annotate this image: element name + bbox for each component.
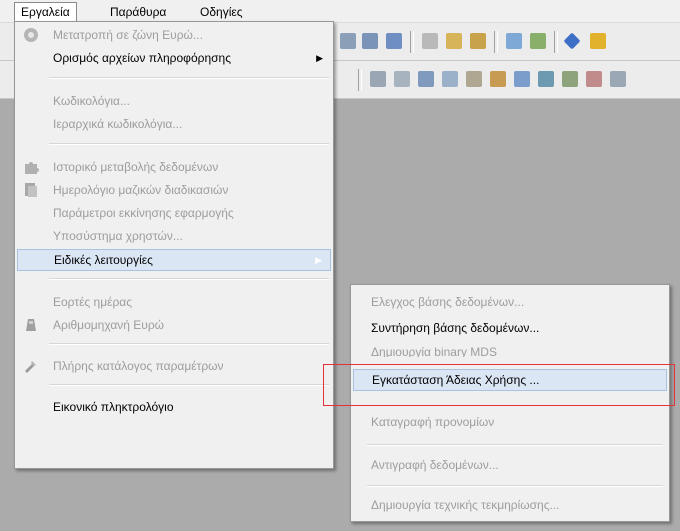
menu-item-batch-log[interactable]: Ημερολόγιο μαζικών διαδικασιών [17,179,331,201]
menu-item-hierarchical-code-lists[interactable]: Ιεραρχικά κωδικολόγια... [17,113,331,135]
toolbar-separator [554,31,558,53]
puzzle-icon [23,159,39,175]
menu-bar: Εργαλεία Παράθυρα Οδηγίες [0,0,680,23]
menu-separator [49,278,329,280]
calculator-icon [23,317,39,333]
tools-menu: Μετατροπή σε ζώνη Ευρώ... Ορισμός αρχείω… [14,21,334,469]
toolbar-separator [494,31,498,53]
document-icon [23,182,39,198]
toolbar-separator [410,31,414,53]
menu-separator [49,343,329,345]
menu-windows[interactable]: Παράθυρα [104,3,172,21]
menu-separator [367,485,663,487]
tools-icon[interactable] [466,71,482,87]
chart-icon[interactable] [530,33,546,49]
submenu-item-data-copy[interactable]: Αντιγραφή δεδομένων... [353,454,667,476]
submenu-arrow-icon: ▶ [315,255,322,265]
refresh-icon[interactable] [506,33,522,49]
submenu-item-db-check[interactable]: Ελεγχος βάσης δεδομένων... [353,291,667,313]
euro-coin-icon [23,27,39,43]
copy-icon[interactable] [446,33,462,49]
save-icon[interactable] [362,33,378,49]
menu-item-code-lists[interactable]: Κωδικολόγια... [17,90,331,112]
menu-item-data-change-history[interactable]: Ιστορικό μεταβολής δεδομένων [17,156,331,178]
menu-separator [49,77,329,79]
report-icon[interactable] [370,71,386,87]
menu-help[interactable]: Οδηγίες [194,3,249,21]
key-icon[interactable] [590,33,606,49]
menu-item-full-parameter-list[interactable]: Πλήρης κατάλογος παραμέτρων [17,355,331,377]
menu-item-euro-conversion[interactable]: Μετατροπή σε ζώνη Ευρώ... [17,24,331,46]
filter-icon[interactable] [418,71,434,87]
menu-item-special-functions[interactable]: Ειδικές λειτουργίες ▶ [17,249,331,271]
highlight-annotation-box [323,364,675,406]
layout-icon[interactable] [610,71,626,87]
pin-icon[interactable] [586,71,602,87]
floppy-icon[interactable] [386,33,402,49]
toolbar-grid-icon[interactable] [340,33,356,49]
wrench-icon[interactable] [490,71,506,87]
table-icon[interactable] [538,71,554,87]
edit-icon[interactable] [394,71,410,87]
menu-item-name-days[interactable]: Εορτές ημέρας [17,291,331,313]
submenu-arrow-icon: ▶ [316,53,323,63]
submenu-item-privilege-log[interactable]: Καταγραφή προνομίων [353,411,667,433]
submenu-item-binary-mds[interactable]: Δημιουργία binary MDS [353,341,667,357]
funnel-icon[interactable] [442,71,458,87]
menu-item-startup-parameters[interactable]: Παράμετροι εκκίνησης εφαρμογής [17,202,331,224]
diamond-icon[interactable] [563,32,581,50]
calendar-icon[interactable] [514,71,530,87]
submenu-item-db-maintenance[interactable]: Συντήρηση βάσης δεδομένων... [353,317,667,339]
submenu-item-tech-docs[interactable]: Δημιουργία τεχνικής τεκμηρίωσης... [353,494,667,516]
cut-icon[interactable] [422,33,438,49]
menu-item-virtual-keyboard[interactable]: Εικονικό πληκτρολόγιο [17,396,331,418]
menu-item-info-files[interactable]: Ορισμός αρχείων πληροφόρησης ▶ [17,47,331,69]
menu-tools[interactable]: Εργαλεία [14,2,77,21]
window-icon[interactable] [562,71,578,87]
menu-separator [367,444,663,446]
menu-item-users-subsystem[interactable]: Υποσύστημα χρηστών... [17,225,331,247]
menu-separator [49,384,329,386]
toolbar-separator [358,69,362,91]
paste-icon[interactable] [470,33,486,49]
tools-icon [23,358,39,374]
menu-separator [49,143,329,145]
menu-item-euro-calculator[interactable]: Αριθμομηχανή Ευρώ [17,314,331,336]
